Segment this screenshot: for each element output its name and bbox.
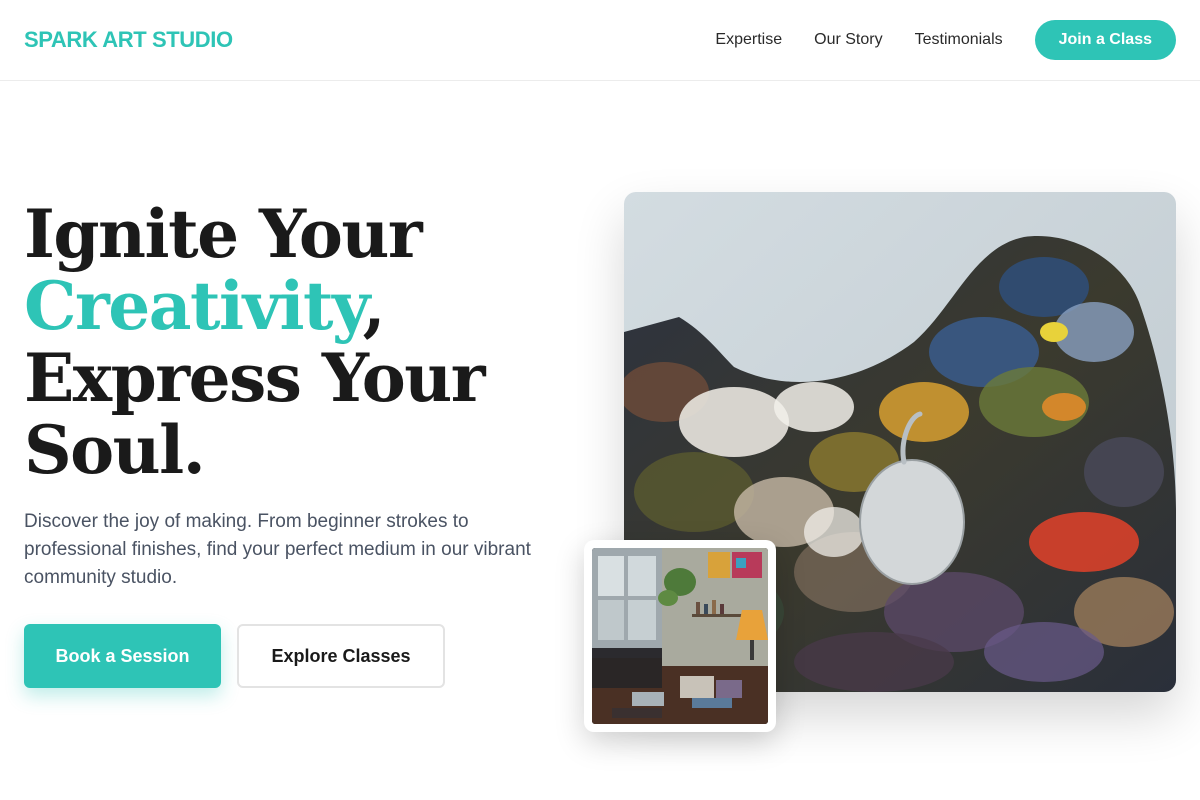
hero-title-line-3: Express Your xyxy=(24,339,486,417)
main-nav: Expertise Our Story Testimonials Join a … xyxy=(715,20,1176,60)
studio-interior-image xyxy=(592,548,768,724)
site-header: SPARK ART STUDIO Expertise Our Story Tes… xyxy=(0,0,1200,81)
nav-link-our-story[interactable]: Our Story xyxy=(814,31,882,49)
hero-title-line-2: Creativity, xyxy=(24,270,484,342)
nav-link-testimonials[interactable]: Testimonials xyxy=(915,31,1003,49)
hero-title-line-1: Ignite Your xyxy=(24,195,423,273)
explore-classes-button[interactable]: Explore Classes xyxy=(237,624,445,688)
brand-logo[interactable]: SPARK ART STUDIO xyxy=(24,27,233,53)
studio-thumbnail-card xyxy=(584,540,776,732)
hero-title-accent-suffix: , xyxy=(362,267,386,345)
book-session-button[interactable]: Book a Session xyxy=(24,624,221,688)
hero-title: Ignite Your Creativity, Express Your Sou… xyxy=(24,195,486,489)
hero-title-accent: Creativity xyxy=(24,267,364,345)
hero-description: Discover the joy of making. From beginne… xyxy=(24,511,531,588)
hero-title-line-4: Soul. xyxy=(24,411,206,489)
nav-link-expertise[interactable]: Expertise xyxy=(715,31,782,49)
join-class-button[interactable]: Join a Class xyxy=(1034,20,1176,60)
